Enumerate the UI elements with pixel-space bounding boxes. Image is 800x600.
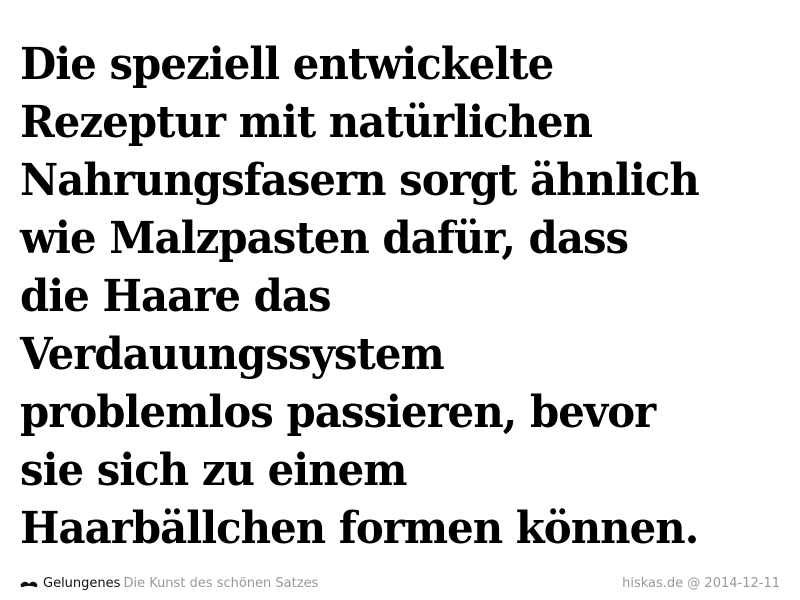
quote-line: wie Malzpasten dafür, dass (20, 213, 629, 264)
quote-line: Rezeptur mit natürlichen (20, 97, 593, 148)
footer: Gelungenes Die Kunst des schönen Satzes … (20, 574, 780, 594)
brand-name[interactable]: Gelungenes (43, 574, 120, 594)
brand-tagline: Die Kunst des schönen Satzes (123, 576, 319, 591)
quote-line: Die speziell entwickelte (20, 39, 554, 90)
attribution-link[interactable]: hiskas.de @ 2014-12-11 (622, 574, 780, 594)
mustache-icon (20, 578, 38, 590)
quote-text: Die speziell entwickelte Rezeptur mit na… (20, 36, 790, 558)
quote-line: die Haare das (20, 271, 332, 322)
quote-line: Haarbällchen formen können. (20, 503, 699, 554)
quote-line: Nahrungsfasern sorgt ähnlich (20, 155, 700, 206)
quote-line: problemlos passieren, bevor (20, 387, 656, 438)
footer-brand[interactable]: Gelungenes Die Kunst des schönen Satzes (20, 574, 318, 594)
quote-line: Verdauungssystem (20, 329, 445, 380)
quote-line: sie sich zu einem (20, 445, 408, 496)
